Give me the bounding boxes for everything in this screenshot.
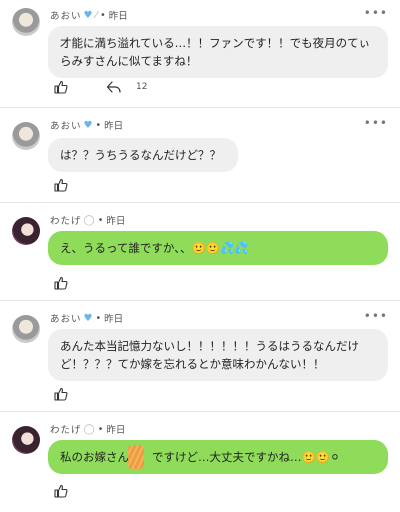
timestamp: 昨日 xyxy=(108,11,128,22)
separator-dot: • xyxy=(97,214,105,226)
like-icon[interactable] xyxy=(54,387,68,401)
comment-text: あんた本当記憶力ないし！！！！！！うるはうるなんだけど！？？？てか嫁を忘れるとか… xyxy=(60,339,359,371)
more-options-icon[interactable]: ••• xyxy=(364,309,388,323)
comment-actions: 12 xyxy=(54,80,147,94)
comment-post: あおい ♥ • 昨日 ••• は？？うちうるなんだけど？？ xyxy=(0,108,400,203)
comment-bubble: は？？うちうるなんだけど？？ xyxy=(48,138,238,172)
comment-text: 私のお嫁さん ですけど…大丈夫ですかね…🙂🙂⚪ xyxy=(60,450,340,464)
separator-dot: • xyxy=(95,312,103,324)
feather-icon: ⁄ xyxy=(95,9,99,21)
circle-icon: ◯ xyxy=(83,423,96,435)
timestamp: 昨日 xyxy=(106,425,126,436)
heart-icon: ♥ xyxy=(83,9,94,21)
comment-bubble: あんた本当記憶力ないし！！！！！！うるはうるなんだけど！？？？てか嫁を忘れるとか… xyxy=(48,329,388,381)
reply-button[interactable]: 12 xyxy=(106,80,147,94)
separator-dot: • xyxy=(100,9,107,21)
comment-text: 才能に満ち溢れている…！！ファンです！！でも夜月のてぃらみすさんに似てますね！ xyxy=(60,36,371,68)
avatar[interactable] xyxy=(12,426,40,454)
comment-post: あおい ♥ • 昨日 ••• あんた本当記憶力ないし！！！！！！うるはうるなんだ… xyxy=(0,301,400,412)
comment-text: え、うるって誰ですか、、🙂🙂💦💦 xyxy=(60,241,249,255)
circle-icon: ◯ xyxy=(83,214,96,226)
heart-icon: ♥ xyxy=(83,312,94,324)
comment-post: あおい ♥ ⁄ • 昨日 ••• 才能に満ち溢れている…！！ファンです！！でも夜… xyxy=(0,0,400,108)
like-icon[interactable] xyxy=(54,484,68,498)
comment-bubble: え、うるって誰ですか、、🙂🙂💦💦 xyxy=(48,231,388,265)
username[interactable]: あおい xyxy=(50,8,82,22)
comment-post: わたげ ◯ • 昨日 え、うるって誰ですか、、🙂🙂💦💦 xyxy=(0,203,400,301)
username[interactable]: わたげ xyxy=(50,213,82,227)
timestamp: 昨日 xyxy=(104,314,124,325)
username[interactable]: あおい xyxy=(50,118,82,132)
comment-text: は？？うちうるなんだけど？？ xyxy=(60,148,221,162)
comment-actions xyxy=(54,387,68,401)
comment-bubble: 私のお嫁さん ですけど…大丈夫ですかね…🙂🙂⚪ xyxy=(48,440,388,474)
avatar[interactable] xyxy=(12,122,40,150)
comment-actions xyxy=(54,484,68,498)
like-icon[interactable] xyxy=(54,80,68,94)
avatar[interactable] xyxy=(12,217,40,245)
comment-meta: わたげ ◯ • 昨日 xyxy=(50,422,126,437)
timestamp: 昨日 xyxy=(106,216,126,227)
username[interactable]: あおい xyxy=(50,311,82,325)
reply-icon xyxy=(106,80,122,94)
like-icon[interactable] xyxy=(54,178,68,192)
heart-icon: ♥ xyxy=(83,119,94,131)
avatar[interactable] xyxy=(12,8,40,36)
more-options-icon[interactable]: ••• xyxy=(364,116,388,130)
username[interactable]: わたげ xyxy=(50,422,82,436)
like-icon[interactable] xyxy=(54,276,68,290)
avatar[interactable] xyxy=(12,315,40,343)
separator-dot: • xyxy=(97,423,105,435)
comment-meta: あおい ♥ • 昨日 xyxy=(50,311,124,326)
comment-meta: わたげ ◯ • 昨日 xyxy=(50,213,126,228)
comment-actions xyxy=(54,276,68,290)
comment-meta: あおい ♥ • 昨日 xyxy=(50,118,124,133)
more-options-icon[interactable]: ••• xyxy=(364,6,388,20)
comment-meta: あおい ♥ ⁄ • 昨日 xyxy=(50,8,128,23)
comment-post: わたげ ◯ • 昨日 私のお嫁さん ですけど…大丈夫ですかね…🙂🙂⚪ xyxy=(0,412,400,512)
comment-bubble: 才能に満ち溢れている…！！ファンです！！でも夜月のてぃらみすさんに似てますね！ xyxy=(48,26,388,78)
censor-scribble xyxy=(128,445,144,469)
reply-count: 12 xyxy=(136,82,148,92)
separator-dot: • xyxy=(95,119,103,131)
comment-actions xyxy=(54,178,68,192)
timestamp: 昨日 xyxy=(104,121,124,132)
